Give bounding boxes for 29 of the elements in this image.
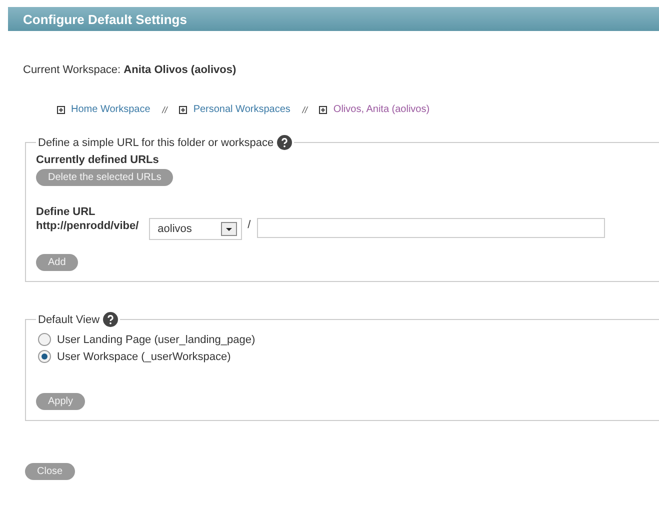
page-title: Configure Default Settings <box>8 7 659 31</box>
breadcrumb-separator: // <box>162 104 168 114</box>
section-heading: Define URL <box>36 206 96 218</box>
delete-urls-button[interactable]: Delete the selected URLs <box>36 169 174 186</box>
radio-label[interactable]: User Workspace (_userWorkspace) <box>57 350 231 362</box>
url-input[interactable] <box>256 218 605 238</box>
breadcrumb-link[interactable]: Home Workspace <box>71 104 150 115</box>
breadcrumb-link[interactable]: Olivos, Anita (aolivos) <box>333 104 430 115</box>
url-prefix: http://penrodd/vibe/ <box>36 220 139 232</box>
help-icon[interactable] <box>102 312 118 327</box>
close-button[interactable]: Close <box>25 463 75 480</box>
fieldset-legend: Define a simple URL for this folder or workspace <box>38 136 274 148</box>
radio-label[interactable]: User Landing Page (user_landing_page) <box>57 334 256 346</box>
help-icon[interactable] <box>276 135 292 150</box>
add-button[interactable]: Add <box>36 254 78 271</box>
workspace-select[interactable]: aolivos <box>148 218 242 240</box>
radio-button[interactable] <box>38 333 51 346</box>
dropdown-icon <box>220 222 237 236</box>
apply-button[interactable]: Apply <box>36 393 86 410</box>
expand-icon[interactable] <box>319 106 328 114</box>
expand-icon[interactable] <box>57 106 65 114</box>
section-heading: Currently defined URLs <box>36 154 160 166</box>
radio-button[interactable] <box>38 350 51 363</box>
breadcrumb-separator: // <box>302 104 308 114</box>
breadcrumb-link[interactable]: Personal Workspaces <box>193 104 290 115</box>
fieldset-legend: Default View <box>38 314 100 326</box>
slash-text: / <box>248 219 251 231</box>
expand-icon[interactable] <box>179 106 188 114</box>
current-workspace-text: Current Workspace: Anita Olivos (aolivos) <box>22 63 238 76</box>
